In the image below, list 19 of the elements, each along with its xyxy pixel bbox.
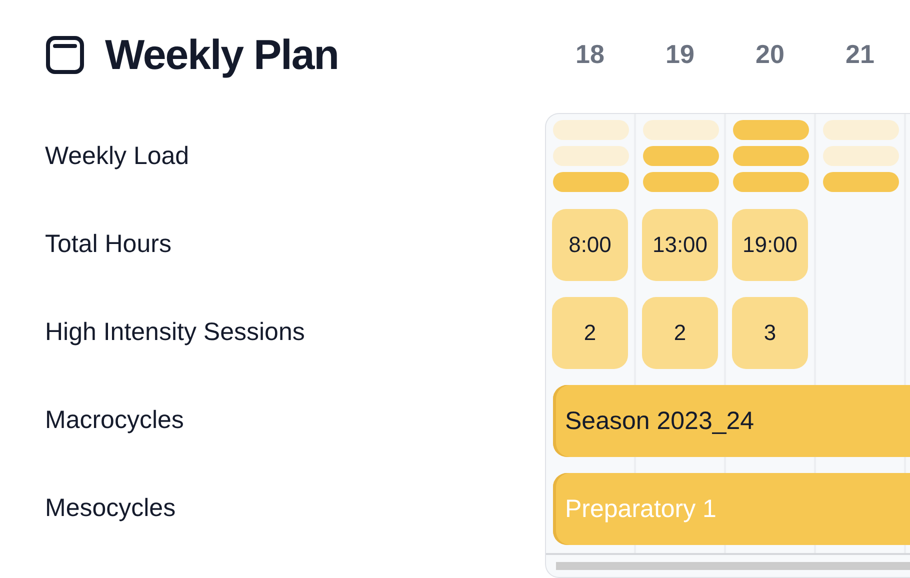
week-number: 18 bbox=[576, 39, 604, 70]
week-number: 21 bbox=[846, 39, 874, 70]
hours-tile[interactable]: 13:00 bbox=[642, 209, 718, 281]
row-label: High Intensity Sessions bbox=[45, 318, 305, 346]
macrocycle-bar[interactable]: Season 2023_24 bbox=[553, 385, 910, 457]
row-label: Total Hours bbox=[45, 230, 172, 258]
sessions-tile[interactable]: 2 bbox=[642, 297, 718, 369]
hours-tile[interactable]: 19:00 bbox=[732, 209, 808, 281]
sessions-tile[interactable]: 2 bbox=[552, 297, 628, 369]
row-label: Weekly Load bbox=[45, 142, 190, 171]
hours-tile[interactable]: 8:00 bbox=[552, 209, 628, 281]
page-title: Weekly Plan bbox=[105, 30, 338, 78]
window-icon bbox=[45, 34, 85, 74]
row-label: Mesocycles bbox=[45, 494, 176, 522]
row-label: Macrocycles bbox=[45, 406, 184, 434]
week-number: 19 bbox=[666, 39, 694, 70]
week-number: 20 bbox=[756, 39, 784, 70]
scrollbar[interactable] bbox=[556, 562, 910, 570]
sessions-tile[interactable]: 3 bbox=[732, 297, 808, 369]
